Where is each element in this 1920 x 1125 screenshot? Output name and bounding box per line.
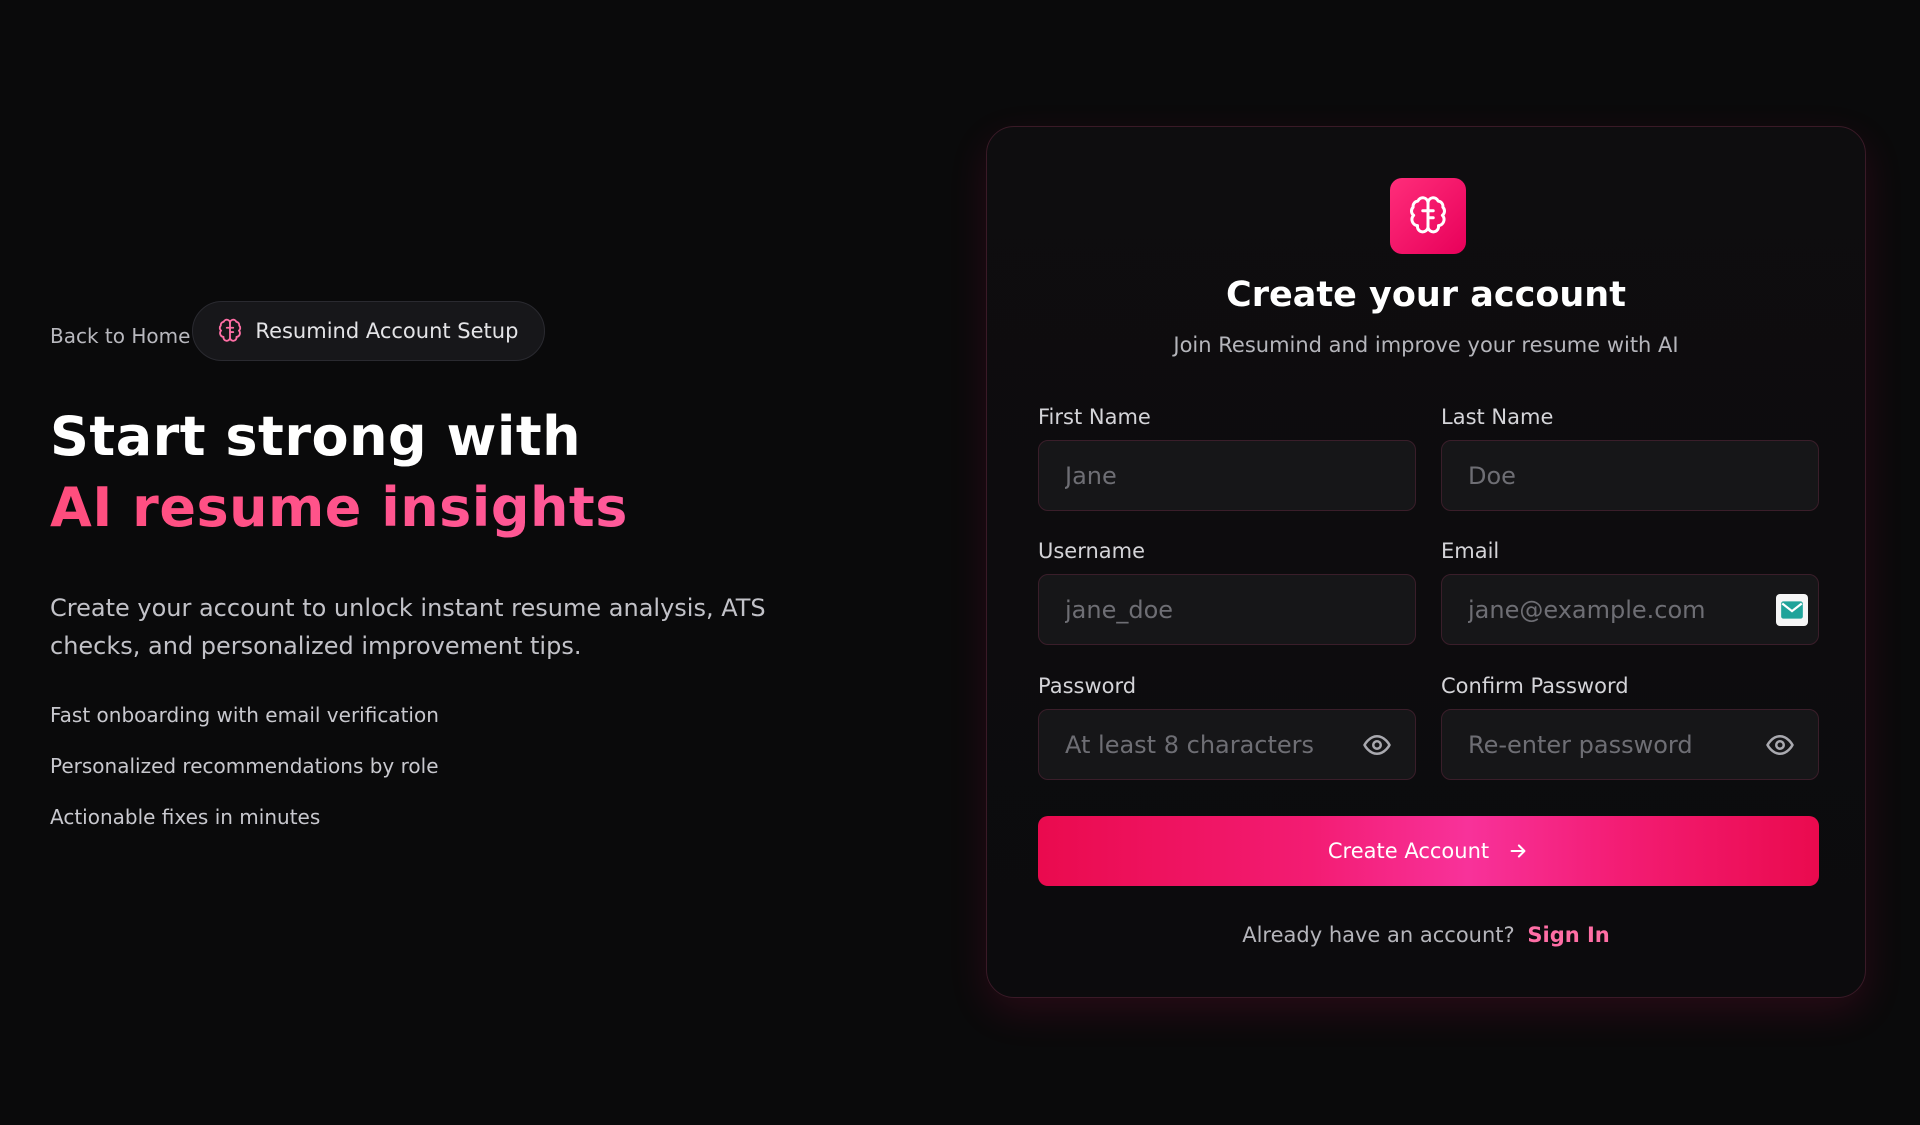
feature-item: Fast onboarding with email verification xyxy=(50,703,439,727)
hero-top-row: Back to Home Resumind Account Setup xyxy=(50,301,870,361)
account-setup-badge: Resumind Account Setup xyxy=(192,301,546,361)
signup-card: Create your account Join Resumind and im… xyxy=(986,126,1866,998)
first-name-input-wrap xyxy=(1038,440,1416,511)
card-title: Create your account xyxy=(1226,275,1626,315)
back-to-home-link[interactable]: Back to Home xyxy=(50,324,190,348)
hero-description: Create your account to unlock instant re… xyxy=(50,594,766,660)
password-input[interactable] xyxy=(1039,710,1415,779)
confirm-password-input-wrap xyxy=(1441,709,1819,780)
arrow-right-icon xyxy=(1510,844,1526,858)
eye-icon xyxy=(1363,734,1391,755)
password-input-wrap xyxy=(1038,709,1416,780)
first-name-input[interactable] xyxy=(1039,441,1415,510)
signin-row: Already have an account? Sign In xyxy=(987,923,1865,947)
create-account-button-label: Create Account xyxy=(1327,839,1490,863)
sign-in-link[interactable]: Sign In xyxy=(1527,923,1609,947)
feature-item: Actionable fixes in minutes xyxy=(50,805,321,829)
feature-list: Fast onboarding with email verification … xyxy=(50,703,870,829)
first-name-label: First Name xyxy=(1038,405,1151,429)
feature-item: Personalized recommendations by role xyxy=(50,754,439,778)
hero-headline-line1: Start strong with xyxy=(50,405,582,468)
username-input[interactable] xyxy=(1039,575,1415,644)
brain-icon xyxy=(219,318,242,342)
show-confirm-password-toggle[interactable] xyxy=(1764,729,1796,761)
hero-headline: Start strong with AI resume insights xyxy=(50,401,870,543)
username-input-wrap xyxy=(1038,574,1416,645)
email-field: Email xyxy=(1441,539,1819,645)
show-password-toggle[interactable] xyxy=(1361,729,1393,761)
temp-mail-icon[interactable] xyxy=(1776,593,1808,626)
hero-section: Back to Home Resumind Account Setup Star… xyxy=(50,301,870,856)
account-setup-badge-label: Resumind Account Setup xyxy=(255,319,519,343)
confirm-password-field: Confirm Password xyxy=(1441,674,1819,780)
password-label: Password xyxy=(1038,674,1137,698)
password-field: Password xyxy=(1038,674,1416,780)
app-logo xyxy=(1390,178,1466,254)
brain-icon xyxy=(1410,196,1446,234)
hero-headline-line2: AI resume insights xyxy=(50,472,870,543)
email-label: Email xyxy=(1441,539,1500,563)
card-subtitle: Join Resumind and improve your resume wi… xyxy=(1173,333,1679,357)
last-name-input-wrap xyxy=(1441,440,1819,511)
last-name-input[interactable] xyxy=(1442,441,1818,510)
email-input-wrap xyxy=(1441,574,1819,645)
confirm-password-input[interactable] xyxy=(1442,710,1818,779)
username-label: Username xyxy=(1038,539,1146,563)
signin-prompt: Already have an account? xyxy=(1242,923,1515,947)
last-name-field: Last Name xyxy=(1441,405,1819,511)
first-name-field: First Name xyxy=(1038,405,1416,511)
eye-icon xyxy=(1766,734,1794,755)
create-account-button[interactable]: Create Account xyxy=(1038,816,1819,886)
username-field: Username xyxy=(1038,539,1416,645)
confirm-password-label: Confirm Password xyxy=(1441,674,1629,698)
last-name-label: Last Name xyxy=(1441,405,1554,429)
email-input[interactable] xyxy=(1442,575,1818,644)
mail-icon xyxy=(1781,600,1803,619)
